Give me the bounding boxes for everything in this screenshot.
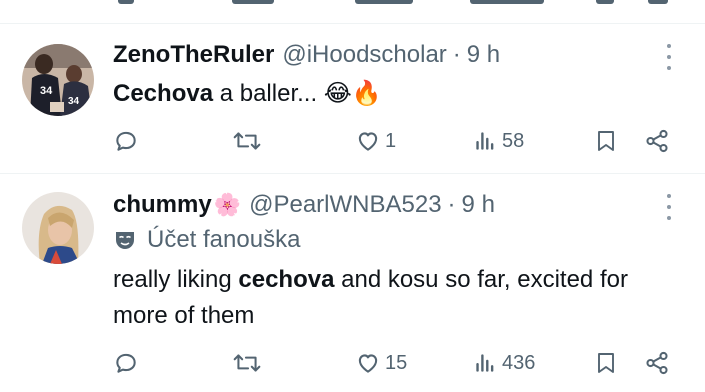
handle[interactable]: @iHoodscholar — [282, 41, 446, 69]
views-count: 58 — [502, 129, 525, 152]
bookmark-icon — [598, 353, 614, 373]
handle[interactable]: @PearlWNBA523 — [249, 191, 441, 219]
retweet-button[interactable] — [232, 348, 262, 378]
flower-emoji: 🌸 — [213, 192, 242, 217]
share-icon — [646, 351, 668, 375]
tweet[interactable]: 34 34 ZenoTheRuler @iHoodscholar · 9 h C… — [0, 24, 705, 174]
avatar[interactable]: 34 34 — [22, 44, 94, 116]
bookmark-button[interactable] — [594, 126, 618, 156]
tweet[interactable]: chummy 🌸 @PearlWNBA523 · 9 h Účet fanouš… — [0, 174, 705, 392]
share-button[interactable] — [644, 126, 670, 156]
emoji-fire: 🔥 — [351, 80, 382, 107]
more-icon[interactable] — [665, 194, 673, 220]
fan-account-label: Účet fanouška — [113, 224, 300, 256]
like-button[interactable]: 15 — [355, 348, 407, 378]
reply-icon — [116, 131, 136, 151]
timestamp[interactable]: 9 h — [462, 191, 495, 219]
like-button[interactable]: 1 — [355, 126, 396, 156]
display-name[interactable]: chummy — [113, 191, 212, 219]
views-button[interactable]: 436 — [472, 348, 535, 378]
like-count: 1 — [385, 129, 397, 152]
highlight-word: cechova — [238, 266, 335, 293]
views-count: 436 — [502, 351, 536, 374]
reply-button[interactable] — [113, 348, 139, 378]
text-rest: a baller... — [213, 80, 318, 107]
tweet-text: really liking cechova and kosu so far, e… — [113, 262, 683, 334]
tweet-actions: 15 436 — [0, 348, 705, 378]
bookmark-button[interactable] — [594, 348, 618, 378]
emoji-laugh: 😂 — [323, 80, 352, 107]
share-button[interactable] — [644, 348, 670, 378]
retweet-button[interactable] — [232, 126, 262, 156]
tweet-actions: 1 58 — [0, 126, 705, 156]
svg-text:34: 34 — [40, 85, 53, 97]
mask-icon — [116, 232, 134, 249]
avatar[interactable] — [22, 192, 94, 264]
svg-text:34: 34 — [68, 96, 80, 107]
reply-icon — [116, 353, 136, 373]
previous-tweet-actions — [0, 0, 705, 22]
views-button[interactable]: 58 — [472, 126, 524, 156]
views-icon — [476, 354, 494, 372]
bookmark-icon — [598, 131, 614, 151]
retweet-icon — [233, 354, 261, 372]
heart-icon — [358, 132, 378, 151]
tweet-header: chummy 🌸 @PearlWNBA523 · 9 h — [113, 190, 495, 220]
more-icon[interactable] — [665, 44, 673, 70]
heart-icon — [358, 354, 378, 373]
retweet-icon — [233, 132, 261, 150]
tweet-header: ZenoTheRuler @iHoodscholar · 9 h — [113, 40, 500, 70]
text-pre: really liking — [113, 266, 239, 293]
share-icon — [646, 129, 668, 153]
tweet-text: Cechova a baller... 😂🔥 — [113, 76, 683, 112]
reply-button[interactable] — [113, 126, 139, 156]
fan-label-text: Účet fanouška — [147, 226, 301, 253]
highlight-word: Cechova — [113, 80, 214, 107]
like-count: 15 — [385, 351, 408, 374]
views-icon — [476, 132, 494, 150]
separator: · — [447, 191, 456, 218]
display-name[interactable]: ZenoTheRuler — [113, 41, 274, 69]
separator: · — [452, 41, 461, 68]
timestamp[interactable]: 9 h — [467, 41, 500, 69]
